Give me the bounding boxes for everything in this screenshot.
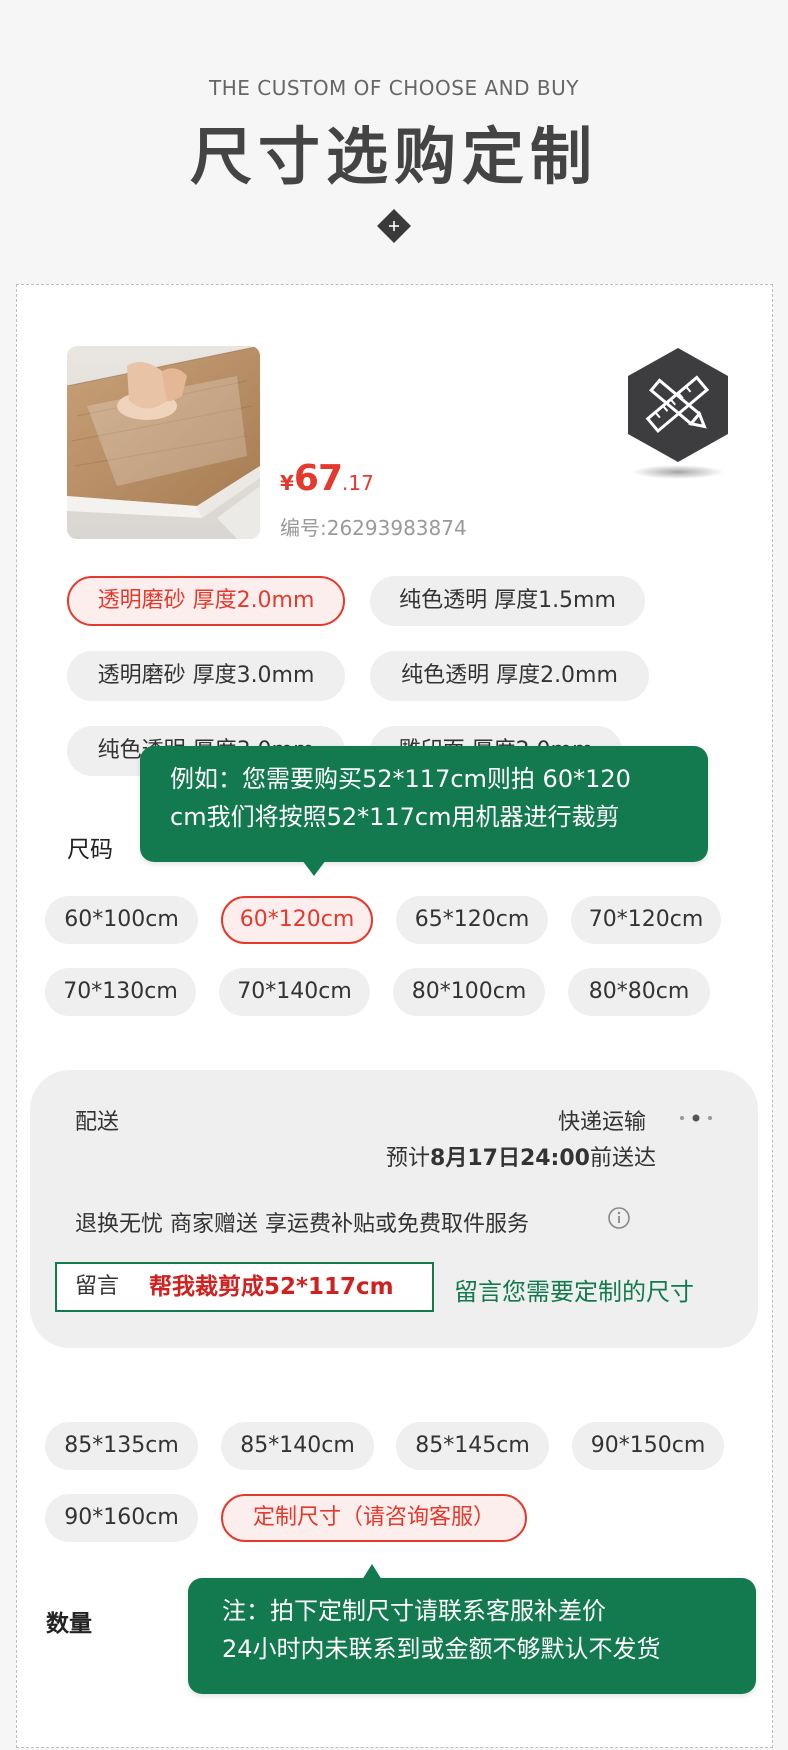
size-option-label: 60*100cm	[64, 907, 179, 932]
ruler-pencil-icon	[618, 346, 738, 486]
message-label: 留言	[75, 1274, 120, 1299]
size-option-label: 90*150cm	[590, 1433, 706, 1458]
size-option[interactable]: 70*140cm	[219, 968, 370, 1016]
delivery-estimate: 预计8月17日24:00前送达	[386, 1140, 656, 1172]
size-option-label: 定制尺寸（请咨询客服）	[252, 1505, 495, 1530]
product-image[interactable]	[67, 346, 260, 539]
delivery-services: 退换无忧 商家赠送 享运费补贴或免费取件服务	[75, 1212, 529, 1237]
product-price: ¥67.17	[280, 458, 374, 499]
size-option[interactable]: 65*120cm	[396, 896, 548, 944]
size-option[interactable]: 70*130cm	[45, 968, 196, 1016]
delivery-method[interactable]: 快递运输	[558, 1104, 646, 1136]
size-option-label: 85*135cm	[64, 1433, 179, 1458]
size-option[interactable]: 85*140cm	[221, 1422, 374, 1470]
style-option[interactable]: 纯色透明 厚度1.5mm	[370, 576, 645, 626]
plus-diamond-icon	[376, 208, 412, 244]
style-option[interactable]: 透明磨砂 厚度3.0mm	[67, 651, 345, 701]
size-option-label: 85*140cm	[240, 1433, 355, 1458]
more-dots-icon[interactable]	[678, 1110, 718, 1126]
estimate-prefix: 预计	[386, 1146, 431, 1171]
size-option-label: 70*120cm	[588, 907, 704, 932]
size-option-label: 80*100cm	[411, 979, 527, 1004]
info-icon[interactable]	[607, 1206, 631, 1230]
size-option[interactable]: 80*80cm	[568, 968, 710, 1016]
currency-symbol: ¥	[280, 471, 294, 495]
custom-size-note-tooltip: 注：拍下定制尺寸请联系客服补差价 24小时内未联系到或金额不够默认不发货	[188, 1564, 756, 1694]
size-option[interactable]: 90*160cm	[45, 1494, 198, 1542]
size-option-label: 65*120cm	[414, 907, 530, 932]
size-option[interactable]: 60*120cm	[221, 896, 373, 944]
style-option-label: 纯色透明 厚度2.0mm	[401, 663, 618, 688]
product-sku: 编号:26293983874	[280, 516, 467, 540]
style-option[interactable]: 透明磨砂 厚度2.0mm	[67, 576, 345, 626]
size-example-tooltip: 例如：您需要购买52*117cm则拍 60*120 cm我们将按照52*117c…	[140, 746, 708, 876]
tooltip-line: 注：拍下定制尺寸请联系客服补差价	[222, 1597, 606, 1625]
size-option[interactable]: 80*100cm	[393, 968, 545, 1016]
size-option-label: 70*130cm	[63, 979, 178, 1004]
size-option[interactable]: 85*135cm	[45, 1422, 198, 1470]
size-option[interactable]: 70*120cm	[571, 896, 721, 944]
size-option[interactable]: 60*100cm	[45, 896, 198, 944]
size-option-label: 85*145cm	[415, 1433, 530, 1458]
hero-title: 尺寸选购定制	[189, 120, 598, 193]
style-option-label: 透明磨砂 厚度2.0mm	[97, 588, 315, 613]
hero-subtitle: THE CUSTOM OF CHOOSE AND BUY	[209, 76, 579, 100]
tooltip-line: 24小时内未联系到或金额不够默认不发货	[222, 1635, 661, 1663]
delivery-label: 配送	[75, 1110, 120, 1135]
tooltip-line: cm我们将按照52*117cm用机器进行裁剪	[170, 803, 620, 831]
size-option-label: 70*140cm	[237, 979, 352, 1004]
size-option[interactable]: 85*145cm	[396, 1422, 549, 1470]
estimate-date: 8月17日24:00	[430, 1146, 590, 1171]
size-option[interactable]: 90*150cm	[572, 1422, 724, 1470]
size-option-label: 60*120cm	[239, 907, 355, 932]
style-option[interactable]: 纯色透明 厚度2.0mm	[370, 651, 649, 701]
message-field[interactable]: 留言 帮我裁剪成52*117cm	[55, 1262, 434, 1312]
price-integer: 67	[293, 458, 343, 499]
size-option-custom[interactable]: 定制尺寸（请咨询客服）	[221, 1494, 527, 1542]
style-option-label: 纯色透明 厚度1.5mm	[399, 588, 616, 613]
message-hint: 留言您需要定制的尺寸	[454, 1278, 694, 1306]
tooltip-line: 例如：您需要购买52*117cm则拍 60*120	[170, 765, 631, 793]
size-option-label: 90*160cm	[64, 1505, 179, 1530]
style-option-label: 透明磨砂 厚度3.0mm	[97, 663, 315, 688]
estimate-suffix: 前送达	[589, 1146, 656, 1171]
size-section-label: 尺码	[67, 837, 113, 863]
price-decimal: .17	[342, 471, 374, 495]
message-value[interactable]: 帮我裁剪成52*117cm	[149, 1264, 394, 1310]
quantity-label: 数量	[46, 1611, 92, 1637]
size-option-label: 80*80cm	[588, 979, 690, 1004]
